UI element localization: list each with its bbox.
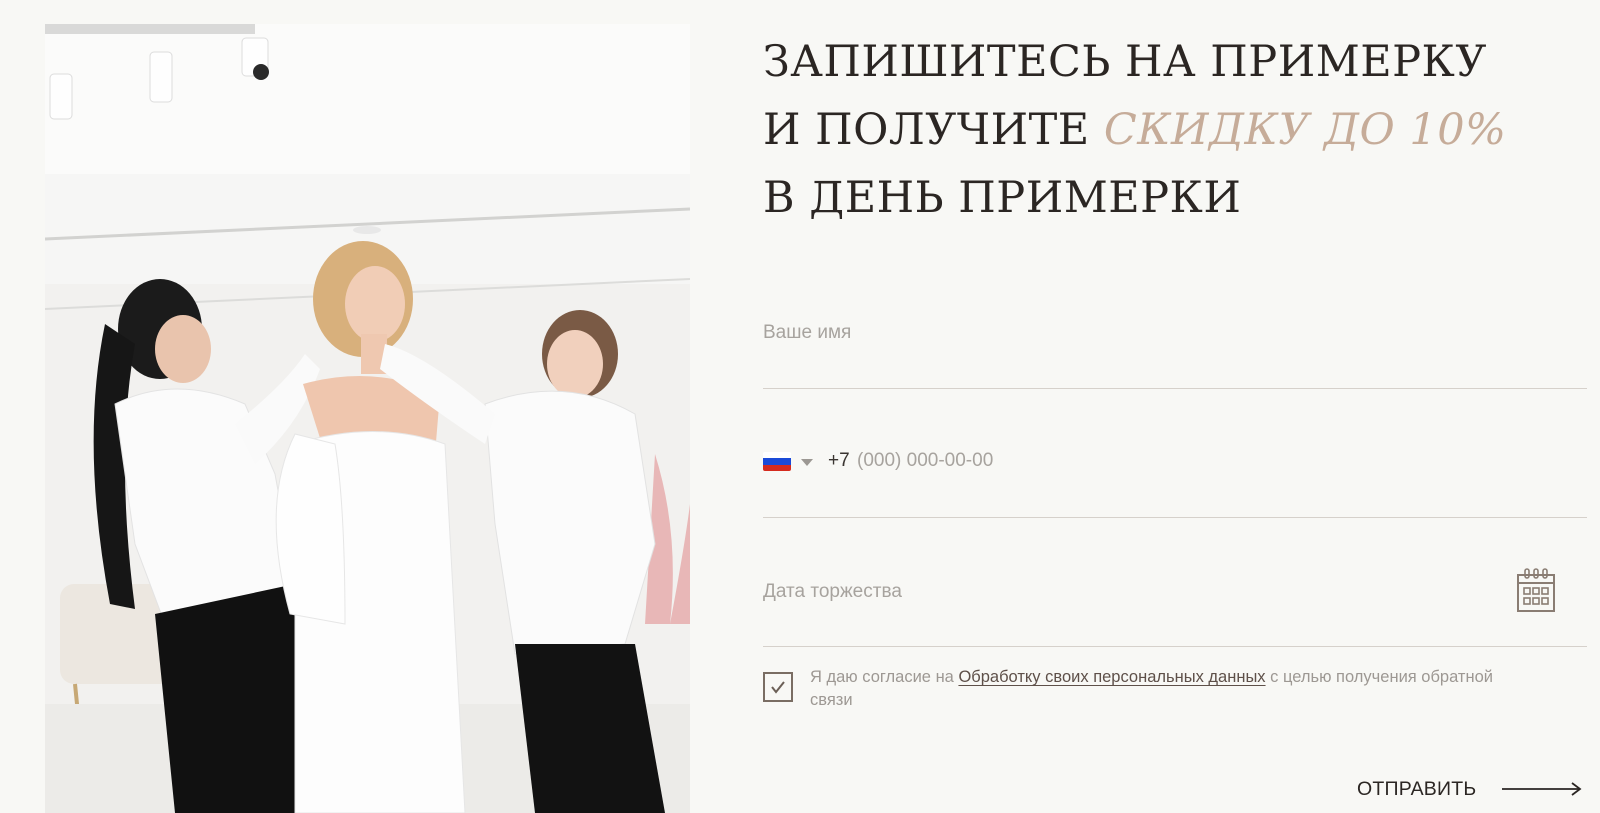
submit-label: ОТПРАВИТЬ <box>1357 777 1477 800</box>
russia-flag-icon[interactable] <box>763 452 791 471</box>
name-placeholder: Ваше имя <box>763 322 852 343</box>
title-line-2-prefix: И ПОЛУЧИТЕ <box>763 105 1090 155</box>
name-field[interactable]: Ваше имя <box>763 300 1587 389</box>
arrow-right-icon <box>1502 782 1582 796</box>
check-icon <box>771 681 785 694</box>
page-title: ЗАПИШИТЕСЬ НА ПРИМЕРКУ И ПОЛУЧИТЕ СКИДКУ… <box>763 28 1563 232</box>
title-line-1: ЗАПИШИТЕСЬ НА ПРИМЕРКУ <box>763 37 1487 87</box>
bridal-fitting-photo <box>45 24 690 813</box>
consent-text: Я даю согласие на Обработку своих персон… <box>810 666 1530 712</box>
consent-text-before: Я даю согласие на <box>810 668 959 686</box>
phone-field[interactable]: +7 (000) 000-00-00 <box>763 430 1587 518</box>
event-date-field[interactable]: Дата торжества <box>763 560 1587 647</box>
phone-placeholder: (000) 000-00-00 <box>857 450 994 471</box>
consent-checkbox[interactable] <box>763 672 793 702</box>
privacy-policy-link[interactable]: Обработку своих персональных данных <box>958 668 1265 686</box>
title-line-3: В ДЕНЬ ПРИМЕРКИ <box>763 173 1242 223</box>
chevron-down-icon[interactable] <box>801 459 813 466</box>
date-placeholder: Дата торжества <box>763 581 902 602</box>
calendar-icon[interactable] <box>1516 568 1556 614</box>
submit-button[interactable]: ОТПРАВИТЬ <box>1357 775 1582 803</box>
dial-code: +7 <box>828 450 850 471</box>
discount-highlight: СКИДКУ ДО 10% <box>1103 105 1507 155</box>
